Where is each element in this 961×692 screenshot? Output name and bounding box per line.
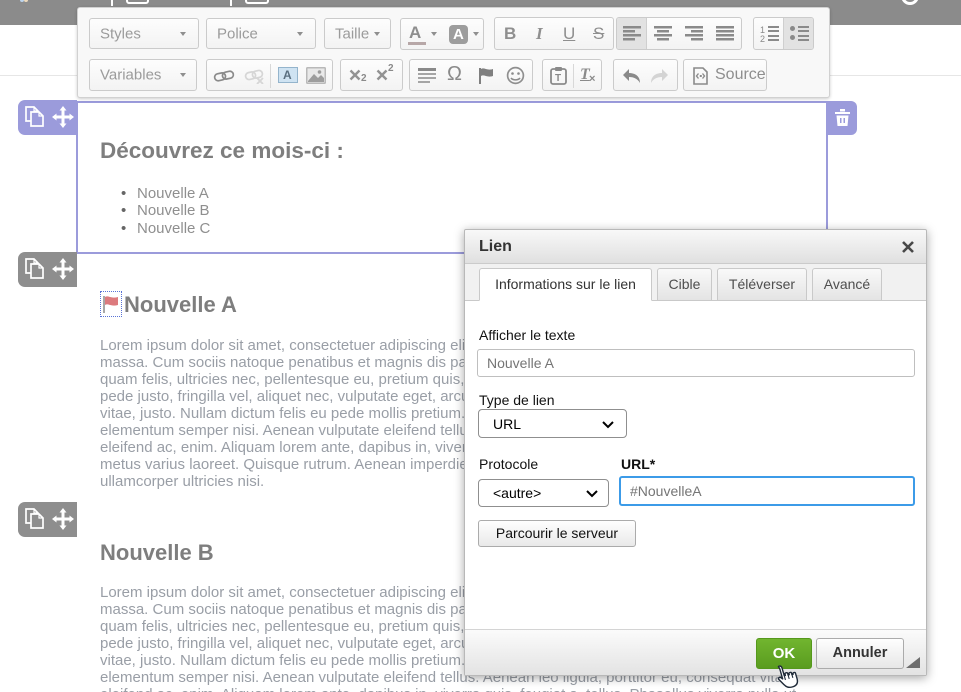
svg-text:T: T: [555, 73, 561, 84]
svg-text:2: 2: [760, 34, 765, 42]
